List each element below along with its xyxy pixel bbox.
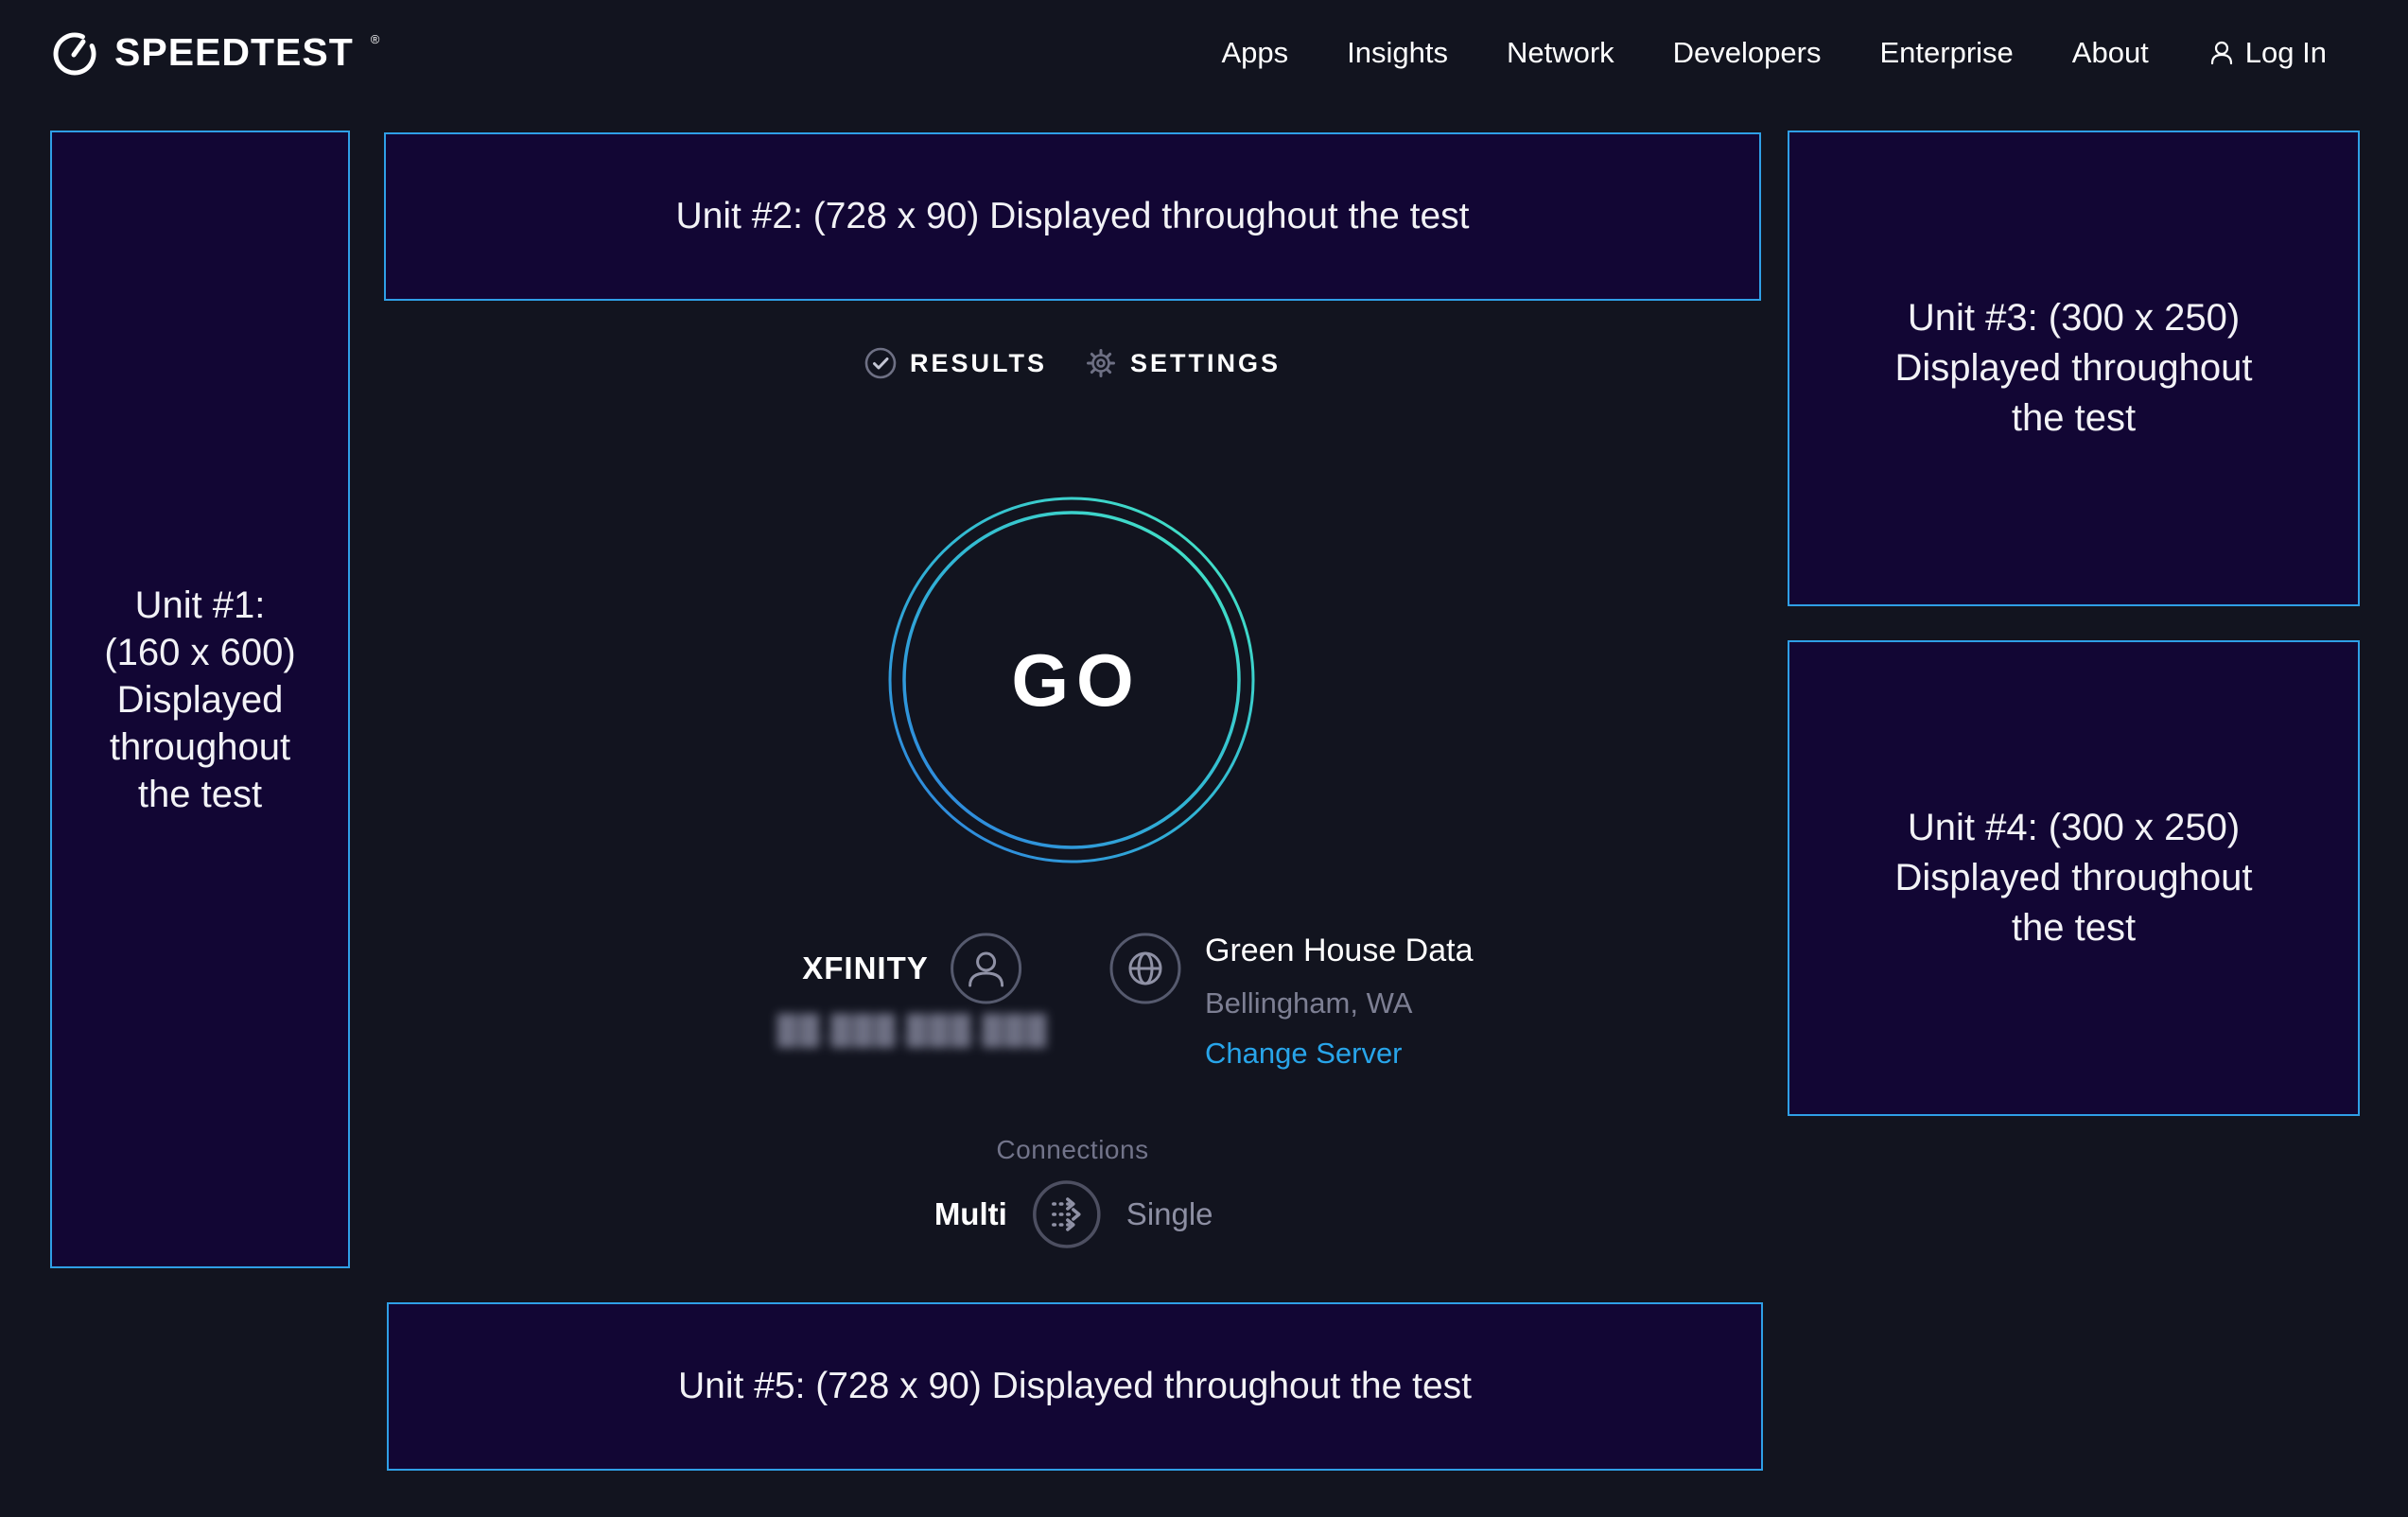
- ad-unit-2-text: Unit #2: (728 x 90) Displayed throughout…: [676, 196, 1470, 237]
- go-button-label: GO: [887, 496, 1256, 864]
- connections-toggle-row: Multi Single: [934, 1179, 1213, 1249]
- go-button[interactable]: GO: [887, 496, 1256, 864]
- nav-login[interactable]: Log In: [2207, 36, 2327, 70]
- provider-user-icon: [950, 932, 1023, 1005]
- trademark-symbol: ®: [371, 33, 380, 45]
- speedtest-logo[interactable]: SPEEDTEST ®: [50, 27, 379, 78]
- ad-unit-2[interactable]: Unit #2: (728 x 90) Displayed throughout…: [384, 132, 1761, 301]
- ad-unit-5[interactable]: Unit #5: (728 x 90) Displayed throughout…: [387, 1302, 1763, 1471]
- nav-about[interactable]: About: [2072, 36, 2149, 70]
- provider-ip-redacted: ██.███.███.███: [777, 1015, 1049, 1047]
- connections-single-option[interactable]: Single: [1126, 1196, 1213, 1232]
- nav-enterprise[interactable]: Enterprise: [1879, 36, 2013, 70]
- gauge-icon: [50, 29, 99, 78]
- server-location: Bellingham, WA: [1205, 985, 1474, 1020]
- user-icon: [2207, 39, 2236, 67]
- server-info: Green House Data Bellingham, WA Change S…: [1108, 932, 1474, 1071]
- ad-unit-1[interactable]: Unit #1: (160 x 600) Displayed throughou…: [50, 131, 350, 1268]
- brand-name: SPEEDTEST: [114, 27, 354, 77]
- gear-icon: [1085, 347, 1117, 379]
- nav-login-label: Log In: [2245, 36, 2327, 70]
- connections-label: Connections: [996, 1135, 1148, 1165]
- change-server-link[interactable]: Change Server: [1205, 1036, 1474, 1071]
- ad-unit-4[interactable]: Unit #4: (300 x 250) Displayed throughou…: [1788, 640, 2360, 1116]
- main-content: Unit #2: (728 x 90) Displayed throughout…: [384, 0, 1761, 1517]
- tab-results-label: RESULTS: [910, 349, 1047, 378]
- multi-connection-toggle-icon[interactable]: [1032, 1179, 1102, 1249]
- connections-multi-option[interactable]: Multi: [934, 1196, 1007, 1232]
- ad-unit-5-text: Unit #5: (728 x 90) Displayed throughout…: [678, 1366, 1472, 1407]
- check-circle-icon: [864, 347, 897, 379]
- provider-name: XFINITY: [802, 950, 929, 986]
- tab-settings[interactable]: SETTINGS: [1085, 347, 1281, 379]
- tab-results[interactable]: RESULTS: [864, 347, 1047, 379]
- view-tabs: RESULTS SETTINGS: [864, 342, 1281, 384]
- ad-unit-3-text: Unit #3: (300 x 250) Displayed throughou…: [1894, 293, 2252, 444]
- ad-unit-4-text: Unit #4: (300 x 250) Displayed throughou…: [1894, 803, 2252, 953]
- provider-info: XFINITY ██.███.███.███: [777, 932, 1049, 1047]
- globe-icon: [1108, 932, 1182, 1005]
- ad-unit-3[interactable]: Unit #3: (300 x 250) Displayed throughou…: [1788, 131, 2360, 606]
- ad-unit-1-text: Unit #1: (160 x 600) Displayed throughou…: [104, 582, 295, 818]
- tab-settings-label: SETTINGS: [1130, 349, 1281, 378]
- server-name: Green House Data: [1205, 932, 1474, 969]
